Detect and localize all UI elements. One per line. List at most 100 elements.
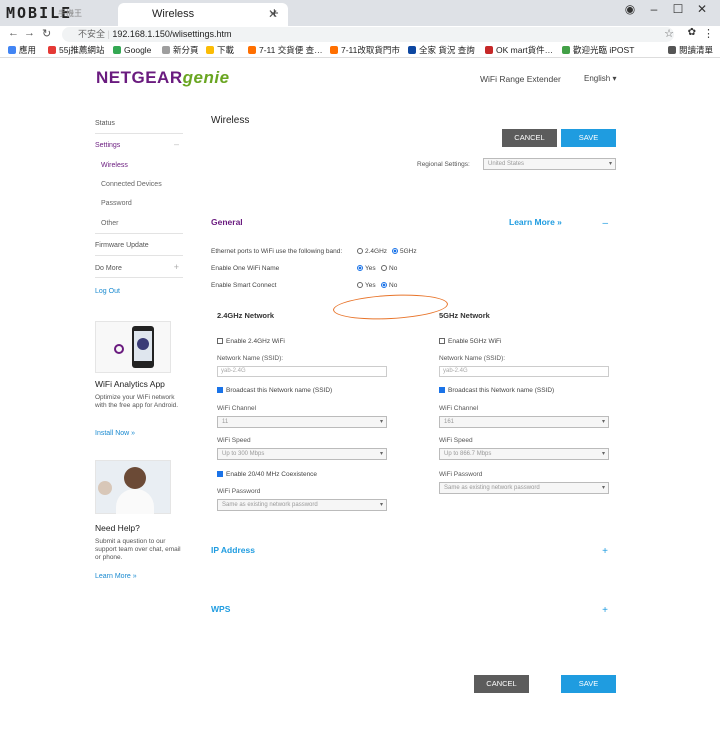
- enable-24-checkbox[interactable]: Enable 2.4GHz WiFi: [217, 338, 285, 345]
- save-button[interactable]: SAVE: [561, 129, 616, 147]
- extension-icon[interactable]: ✿: [688, 27, 696, 38]
- ethernet-band-label: Ethernet ports to WiFi use the following…: [211, 248, 343, 255]
- close-window-icon[interactable]: ✕: [690, 2, 714, 16]
- sidebar-sub-connected-devices[interactable]: Connected Devices: [101, 181, 162, 188]
- expand-icon[interactable]: +: [174, 262, 179, 272]
- minimize-icon[interactable]: –: [642, 2, 666, 16]
- sidebar-sub-other[interactable]: Other: [101, 220, 119, 227]
- band-5ghz-radio[interactable]: 5GHz: [392, 248, 417, 255]
- url-field[interactable]: 不安全 | 192.168.1.150/wlisettings.htm: [62, 27, 674, 42]
- learn-more-help-link[interactable]: Learn More »: [95, 573, 183, 580]
- help-title: Need Help?: [95, 523, 140, 533]
- bookmark-item[interactable]: 應用: [8, 43, 37, 57]
- speed24-select[interactable]: Up to 300 Mbps ▾: [217, 448, 387, 460]
- divider: [211, 188, 616, 198]
- save-button-bottom[interactable]: SAVE: [561, 675, 616, 693]
- speed5-select[interactable]: Up to 866.7 Mbps ▾: [439, 448, 609, 460]
- collapse-general-icon[interactable]: –: [602, 218, 608, 229]
- cancel-button[interactable]: CANCEL: [502, 129, 557, 147]
- support-agent-image: [95, 460, 171, 514]
- forward-icon[interactable]: →: [24, 27, 35, 39]
- bookmark-item[interactable]: 新分頁: [162, 43, 199, 57]
- pwd5-select[interactable]: Same as existing network password ▾: [439, 482, 609, 494]
- maximize-icon[interactable]: ☐: [666, 2, 690, 16]
- router-page: NETGEARgenie WiFi Range Extender English…: [0, 58, 720, 740]
- bookmark-label: 應用: [19, 45, 37, 55]
- band-24ghz-radio[interactable]: 2.4GHz: [357, 248, 387, 255]
- browser-tab[interactable]: Wireless ✕: [118, 3, 288, 26]
- bookmark-label: 全家 貨況 查詢: [419, 45, 475, 55]
- learn-more-link[interactable]: Learn More »: [509, 217, 562, 227]
- bookmark-item[interactable]: 歡迎光臨 iPOST: [562, 43, 635, 57]
- coexistence-checkbox[interactable]: Enable 20/40 MHz Coexistence: [217, 471, 317, 478]
- bookmark-icon: [562, 46, 570, 54]
- bookmark-icon: [408, 46, 416, 54]
- logout-link[interactable]: Log Out: [95, 288, 183, 295]
- language-select[interactable]: English ▾: [584, 74, 617, 83]
- sidebar-sub-wireless[interactable]: Wireless: [101, 162, 128, 169]
- sidebar-item-firmware[interactable]: Firmware Update: [95, 242, 183, 249]
- bookmark-label: 7-11改取貨門市: [341, 45, 400, 55]
- reload-icon[interactable]: ↻: [42, 27, 51, 40]
- bookmark-item[interactable]: 7-11改取貨門市: [330, 43, 400, 57]
- smart-connect-no-radio[interactable]: No: [381, 282, 397, 289]
- back-icon[interactable]: ←: [8, 27, 19, 39]
- sidebar-item-do-more[interactable]: Do More: [95, 265, 183, 272]
- bookmark-item[interactable]: 全家 貨況 查詢: [408, 43, 475, 57]
- pwd24-label: WiFi Password: [217, 488, 261, 495]
- bookmark-item[interactable]: 55j推薦網站: [48, 43, 104, 57]
- one-wifi-yes-radio[interactable]: Yes: [357, 265, 376, 272]
- net5-title: 5GHz Network: [439, 311, 490, 320]
- menu-icon[interactable]: ⋮: [703, 27, 714, 40]
- bookmarks-bar: 應用 55j推薦網站 Google 新分頁 下載 7-11 交貨便 查… 7-11改取貨門市…: [0, 43, 720, 58]
- smart-connect-yes-radio[interactable]: Yes: [357, 282, 376, 289]
- app-logo-icon: [114, 344, 124, 354]
- cancel-button-bottom[interactable]: CANCEL: [474, 675, 529, 693]
- bookmark-label: 下載: [217, 45, 235, 55]
- speed5-label: WiFi Speed: [439, 437, 473, 444]
- collapse-icon[interactable]: –: [174, 139, 179, 149]
- divider: [95, 233, 183, 234]
- bookmark-icon: [485, 46, 493, 54]
- sidebar-sub-password[interactable]: Password: [101, 200, 132, 207]
- bookmark-item[interactable]: 下載: [206, 43, 235, 57]
- agent-head-icon: [124, 467, 146, 489]
- sidebar-item-status[interactable]: Status: [95, 120, 183, 127]
- bookmark-item[interactable]: Google: [113, 43, 151, 57]
- bookmark-star-icon[interactable]: ☆: [664, 27, 674, 40]
- pwd5-label: WiFi Password: [439, 471, 483, 478]
- expand-wps-icon[interactable]: +: [602, 605, 608, 616]
- pwd24-select[interactable]: Same as existing network password ▾: [217, 499, 387, 511]
- channel24-select[interactable]: 11 ▾: [217, 416, 387, 428]
- product-name: WiFi Range Extender: [480, 74, 561, 84]
- bookmark-icon: [668, 46, 676, 54]
- broadcast5-checkbox[interactable]: Broadcast this Network name (SSID): [439, 387, 554, 394]
- bookmark-item[interactable]: 閱讀清單: [668, 43, 713, 57]
- ssid5-input[interactable]: yab-2.4G: [439, 366, 609, 377]
- page-title: Wireless: [211, 115, 250, 126]
- channel5-label: WiFi Channel: [439, 405, 479, 412]
- one-wifi-no-radio[interactable]: No: [381, 265, 397, 272]
- general-section-title: General: [211, 217, 243, 227]
- channel5-select[interactable]: 161 ▾: [439, 416, 609, 428]
- regional-settings-select[interactable]: United States ▾: [483, 158, 616, 170]
- bookmark-icon: [248, 46, 256, 54]
- install-now-link[interactable]: Install Now »: [95, 430, 183, 437]
- broadcast24-checkbox[interactable]: Broadcast this Network name (SSID): [217, 387, 332, 394]
- address-bar-row: ← → ↻ 不安全 | 192.168.1.150/wlisettings.ht…: [0, 26, 720, 43]
- sidebar-item-settings[interactable]: Settings: [95, 142, 183, 149]
- one-wifi-name-label: Enable One WiFi Name: [211, 265, 280, 272]
- bookmark-label: 歡迎光臨 iPOST: [573, 45, 635, 55]
- ip-address-section[interactable]: IP Address: [211, 545, 255, 555]
- new-tab-icon[interactable]: +: [270, 5, 279, 22]
- expand-ip-icon[interactable]: +: [602, 546, 608, 557]
- phone-app-image: [95, 321, 171, 373]
- bookmark-item[interactable]: OK mart貨件…: [485, 43, 553, 57]
- bookmark-item[interactable]: 7-11 交貨便 查…: [248, 43, 323, 57]
- ssid24-input[interactable]: yab-2.4G: [217, 366, 387, 377]
- enable-5-checkbox[interactable]: Enable 5GHz WiFi: [439, 338, 501, 345]
- wps-section[interactable]: WPS: [211, 604, 230, 614]
- tab-title: Wireless: [152, 8, 195, 20]
- profile-icon[interactable]: ◉: [618, 2, 642, 16]
- regional-settings-label: Regional Settings:: [417, 161, 470, 168]
